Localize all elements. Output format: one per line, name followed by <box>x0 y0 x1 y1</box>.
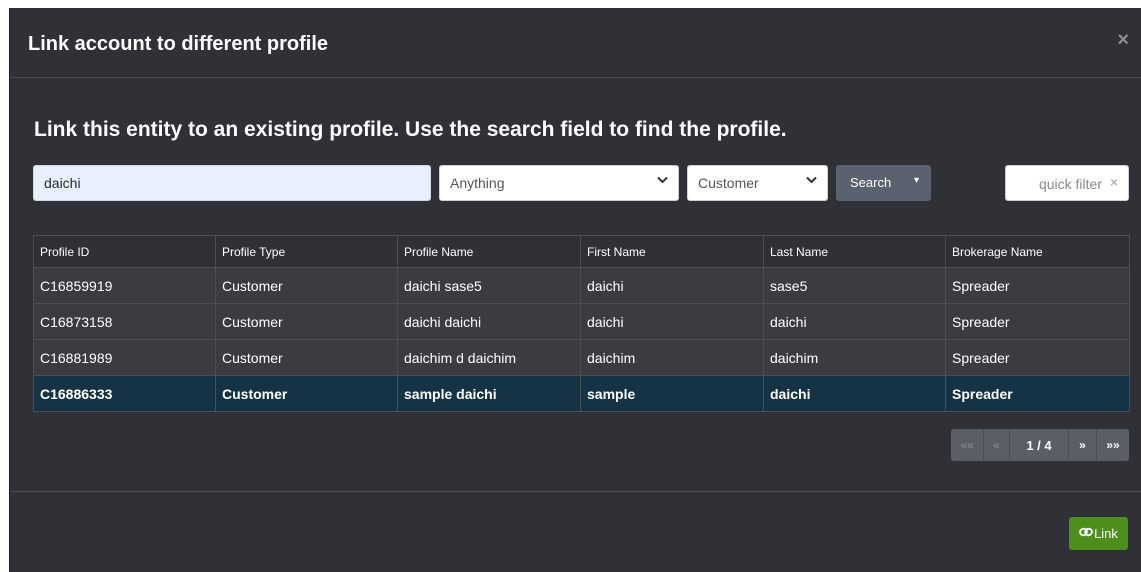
column-header-profile-name[interactable]: Profile Name <box>397 235 581 268</box>
cell-profile-type: Customer <box>215 303 398 340</box>
cell-last-name: sase5 <box>763 267 946 304</box>
cell-first-name: daichi <box>580 267 764 304</box>
next-page-button[interactable]: » <box>1069 429 1097 461</box>
modal-title: Link account to different profile <box>28 33 329 55</box>
link-button[interactable]: Link <box>1069 517 1128 550</box>
cell-first-name: daichim <box>580 339 764 376</box>
search-input[interactable] <box>33 165 431 201</box>
instruction-heading: Link this entity to an existing profile.… <box>34 118 787 141</box>
modal-header: Link account to different profile × <box>10 8 1141 78</box>
link-button-label: Link <box>1094 526 1118 541</box>
chevron-down-icon <box>657 175 668 187</box>
link-icon <box>1079 526 1093 541</box>
cell-profile-type: Customer <box>215 267 398 304</box>
footer-divider <box>10 491 1141 492</box>
prev-page-button[interactable]: « <box>984 429 1010 461</box>
table-header-row: Profile ID Profile Type Profile Name Fir… <box>33 235 1130 268</box>
quick-filter: × <box>1005 165 1129 201</box>
search-field-select-value: Anything <box>450 175 505 191</box>
column-header-last-name[interactable]: Last Name <box>763 235 946 268</box>
clear-filter-icon[interactable]: × <box>1110 174 1118 190</box>
cell-last-name: daichi <box>763 375 946 412</box>
profile-type-select[interactable]: Customer <box>687 165 828 201</box>
last-page-button[interactable]: »» <box>1097 429 1129 461</box>
link-account-modal: Link account to different profile × Link… <box>9 8 1141 572</box>
cell-first-name: sample <box>580 375 764 412</box>
cell-profile-id: C16886333 <box>33 375 216 412</box>
column-header-brokerage-name[interactable]: Brokerage Name <box>945 235 1130 268</box>
cell-last-name: daichim <box>763 339 946 376</box>
search-button-label: Search <box>850 175 892 190</box>
cell-brokerage-name: Spreader <box>945 303 1130 340</box>
cell-profile-id: C16873158 <box>33 303 216 340</box>
cell-profile-id: C16859919 <box>33 267 216 304</box>
cell-profile-type: Customer <box>215 375 398 412</box>
cell-brokerage-name: Spreader <box>945 375 1130 412</box>
table-row[interactable]: C16873158 Customer daichi daichi daichi … <box>33 303 1130 340</box>
page-indicator: 1 / 4 <box>1010 429 1069 461</box>
cell-profile-name: daichi daichi <box>397 303 581 340</box>
column-header-profile-id[interactable]: Profile ID <box>33 235 216 268</box>
first-page-button[interactable]: «« <box>951 429 984 461</box>
table-row[interactable]: C16881989 Customer daichim d daichim dai… <box>33 339 1130 376</box>
pagination: «« « 1 / 4 » »» <box>951 429 1129 461</box>
search-button[interactable]: Search ▾ <box>836 165 931 201</box>
search-field-select[interactable]: Anything <box>439 165 679 201</box>
caret-down-icon[interactable]: ▾ <box>914 175 919 186</box>
cell-brokerage-name: Spreader <box>945 267 1130 304</box>
chevron-down-icon <box>806 175 817 187</box>
cell-profile-name: daichi sase5 <box>397 267 581 304</box>
close-icon[interactable]: × <box>1117 29 1129 52</box>
cell-first-name: daichi <box>580 303 764 340</box>
column-header-profile-type[interactable]: Profile Type <box>215 235 398 268</box>
column-header-first-name[interactable]: First Name <box>580 235 764 268</box>
quick-filter-input[interactable] <box>1014 174 1104 194</box>
cell-profile-name: sample daichi <box>397 375 581 412</box>
cell-profile-id: C16881989 <box>33 339 216 376</box>
table-row[interactable]: C16859919 Customer daichi sase5 daichi s… <box>33 267 1130 304</box>
cell-profile-name: daichim d daichim <box>397 339 581 376</box>
table-row-selected[interactable]: C16886333 Customer sample daichi sample … <box>33 375 1130 412</box>
profile-results-table: Profile ID Profile Type Profile Name Fir… <box>33 235 1130 412</box>
profile-type-select-value: Customer <box>698 175 759 191</box>
cell-last-name: daichi <box>763 303 946 340</box>
cell-brokerage-name: Spreader <box>945 339 1130 376</box>
cell-profile-type: Customer <box>215 339 398 376</box>
